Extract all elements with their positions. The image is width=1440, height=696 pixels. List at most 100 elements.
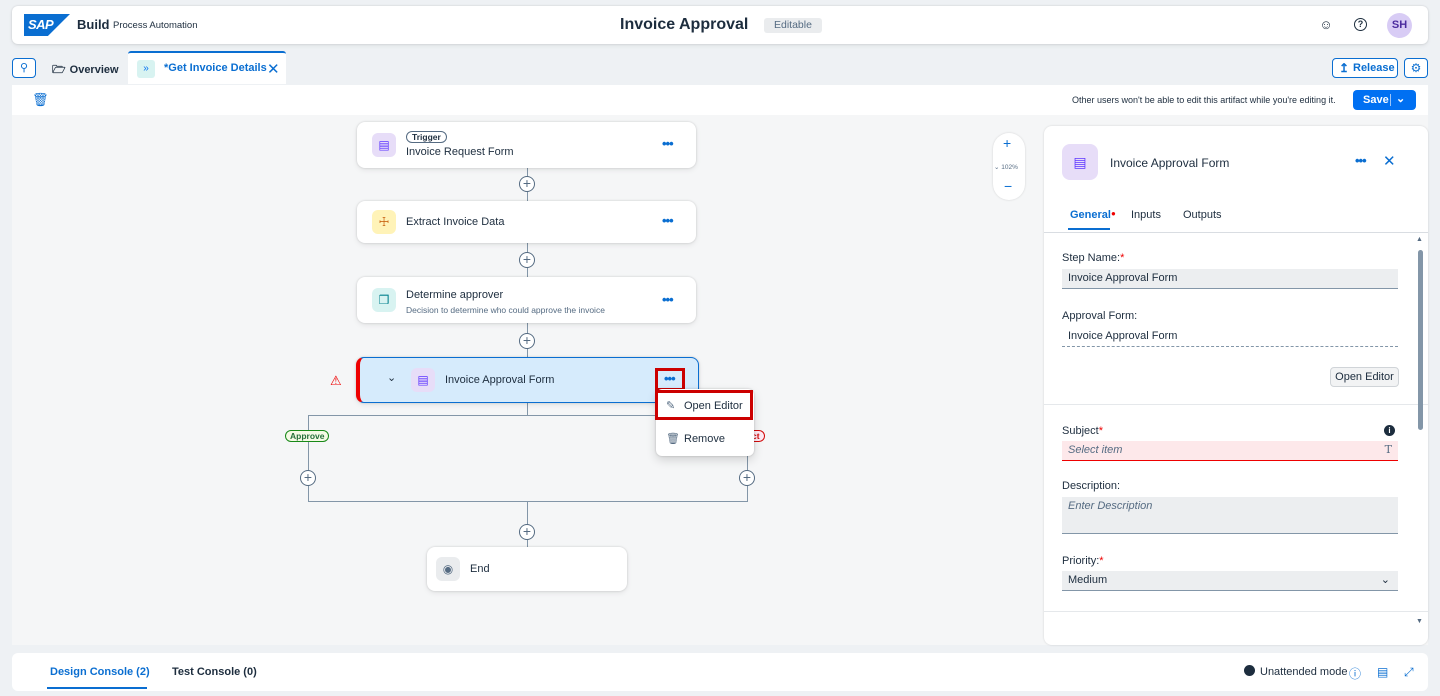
chevron-down-icon: ⌄ [994,164,1000,171]
add-step-button[interactable]: + [519,252,535,268]
highlight-more-button [655,368,685,391]
tab-inputs[interactable]: Inputs [1131,209,1161,221]
description-label: Description: [1062,480,1121,492]
help-icon[interactable]: ? [1354,18,1367,31]
tab-overview[interactable]: 🗁 Overview [42,53,129,84]
close-icon[interactable]: ✕ [1383,152,1396,170]
end-node[interactable]: ◉ End [427,547,627,591]
trigger-node[interactable]: ▤ Trigger Invoice Request Form ••• [357,122,696,168]
brand-name: Build [77,17,110,32]
extract-node[interactable]: ☩ Extract Invoice Data ••• [357,201,696,243]
section-divider [1044,611,1428,612]
tab-active-label: *Get Invoice Details [164,62,267,74]
add-step-button[interactable]: + [519,333,535,349]
tab-test-console[interactable]: Test Console (0) [172,666,257,678]
gear-icon: ⚙ [1410,61,1422,75]
active-tab-indicator [1068,228,1110,230]
end-node-name: End [470,563,490,575]
decision-node[interactable]: ❒ Determine approver Decision to determi… [357,277,696,323]
chevron-down-icon: ⌄ [1380,574,1390,586]
avatar[interactable]: SH [1387,13,1412,38]
settings-button[interactable]: ⚙ [1404,58,1428,78]
scroll-down-icon[interactable]: ▼ [1416,618,1423,625]
artifact-tab-bar: ⚲ 🗁 Overview » *Get Invoice Details ✕ ↥ Re… [0,50,1440,84]
properties-panel: ▤ Invoice Approval Form ••• ✕ General● I… [1044,126,1428,645]
add-step-reject-button[interactable]: + [739,470,755,486]
panel-scrollbar[interactable] [1418,250,1423,430]
approval-form-label: Approval Form: [1062,310,1138,322]
tab-outputs[interactable]: Outputs [1183,209,1222,221]
lock-note: Other users won't be able to edit this a… [1072,95,1336,105]
delete-icon[interactable]: 🗑 [32,92,49,108]
panel-more-button[interactable]: ••• [1355,153,1367,168]
node-more-button[interactable]: ••• [662,292,674,307]
form-icon: ▤ [372,133,396,157]
priority-select[interactable]: Medium ⌄ [1062,571,1398,591]
required-indicator: * [1098,425,1103,437]
search-artifacts-button[interactable]: ⚲ [12,58,36,78]
approve-condition-badge: Approve [285,430,330,442]
step-name-input[interactable]: Invoice Approval Form [1062,269,1398,289]
zoom-control: + ⌄ 102% − [993,133,1025,200]
trigger-badge: Trigger [406,131,447,143]
info-icon[interactable]: i [1384,425,1395,436]
add-step-approve-button[interactable]: + [300,470,316,486]
form-icon: ▤ [411,368,435,392]
release-button[interactable]: ↥ Release [1332,58,1398,78]
hierarchy-icon: ☩ [372,210,396,234]
text-type-icon[interactable]: T [1385,443,1392,456]
chevron-down-icon[interactable]: ⌄ [387,371,396,384]
feedback-icon[interactable]: ☺ [1318,17,1334,33]
highlight-open-editor [655,390,753,420]
approval-form-field[interactable]: Invoice Approval Form [1062,327,1398,347]
upload-icon: ↥ [1339,61,1350,75]
scroll-up-icon[interactable]: ▲ [1416,236,1423,243]
close-tab-icon[interactable]: ✕ [267,60,280,78]
open-editor-button[interactable]: Open Editor [1330,367,1399,387]
step-name-label: Step Name:* [1062,252,1124,264]
stop-icon: ◉ [436,557,460,581]
add-step-button[interactable]: + [519,524,535,540]
panel-title: Invoice Approval Form [1110,156,1230,170]
sap-logo[interactable]: SAP [24,14,70,36]
zoom-level[interactable]: ⌄ 102% [994,163,1018,171]
approval-node-name: Invoice Approval Form [445,374,555,386]
required-indicator: * [1099,555,1104,567]
node-more-button[interactable]: ••• [662,213,674,228]
warning-icon: ⚠ [330,373,342,388]
branch-line [308,501,748,502]
zoom-out-button[interactable]: − [1004,178,1012,194]
description-textarea[interactable]: Enter Description [1062,497,1398,534]
console-bar: Design Console (2) Test Console (0) Unat… [12,653,1428,691]
menu-item-remove[interactable]: 🗑 Remove [656,424,754,454]
tab-get-invoice-details[interactable]: » *Get Invoice Details ✕ [128,51,286,84]
save-button[interactable]: Save ⌄ [1353,90,1416,110]
tab-overview-label: Overview [69,64,119,76]
expand-icon[interactable]: ⤢ [1404,665,1414,680]
mode-label: Unattended mode [1260,666,1348,678]
step-name-label-text: Step Name: [1062,252,1121,264]
decision-node-name: Determine approver [406,289,504,301]
panel-toggle-icon[interactable]: ▤ [1377,665,1388,679]
subject-input[interactable]: Select item T [1062,441,1398,461]
node-more-button[interactable]: ••• [662,136,674,151]
add-step-button[interactable]: + [519,176,535,192]
menu-item-remove-label: Remove [684,433,725,445]
tab-design-console[interactable]: Design Console (2) [50,666,150,678]
info-icon[interactable]: ⓘ [1349,665,1361,682]
trash-icon: 🗑 [666,433,680,445]
chevron-down-icon[interactable]: ⌄ [1396,92,1405,105]
divider [1044,232,1428,233]
robot-icon [1244,665,1255,676]
approval-node[interactable]: ⌄ ▤ Invoice Approval Form ••• [356,357,699,403]
subject-placeholder: Select item [1068,444,1123,456]
release-label: Release [1353,62,1395,74]
product-name: Process Automation [113,20,198,31]
tab-general-label: General [1070,209,1111,221]
tab-general[interactable]: General● [1070,209,1116,221]
process-icon: » [137,60,155,78]
zoom-in-button[interactable]: + [1003,135,1011,151]
form-icon: ▤ [1062,144,1098,180]
save-label: Save [1363,94,1389,106]
extract-node-name: Extract Invoice Data [406,216,505,228]
